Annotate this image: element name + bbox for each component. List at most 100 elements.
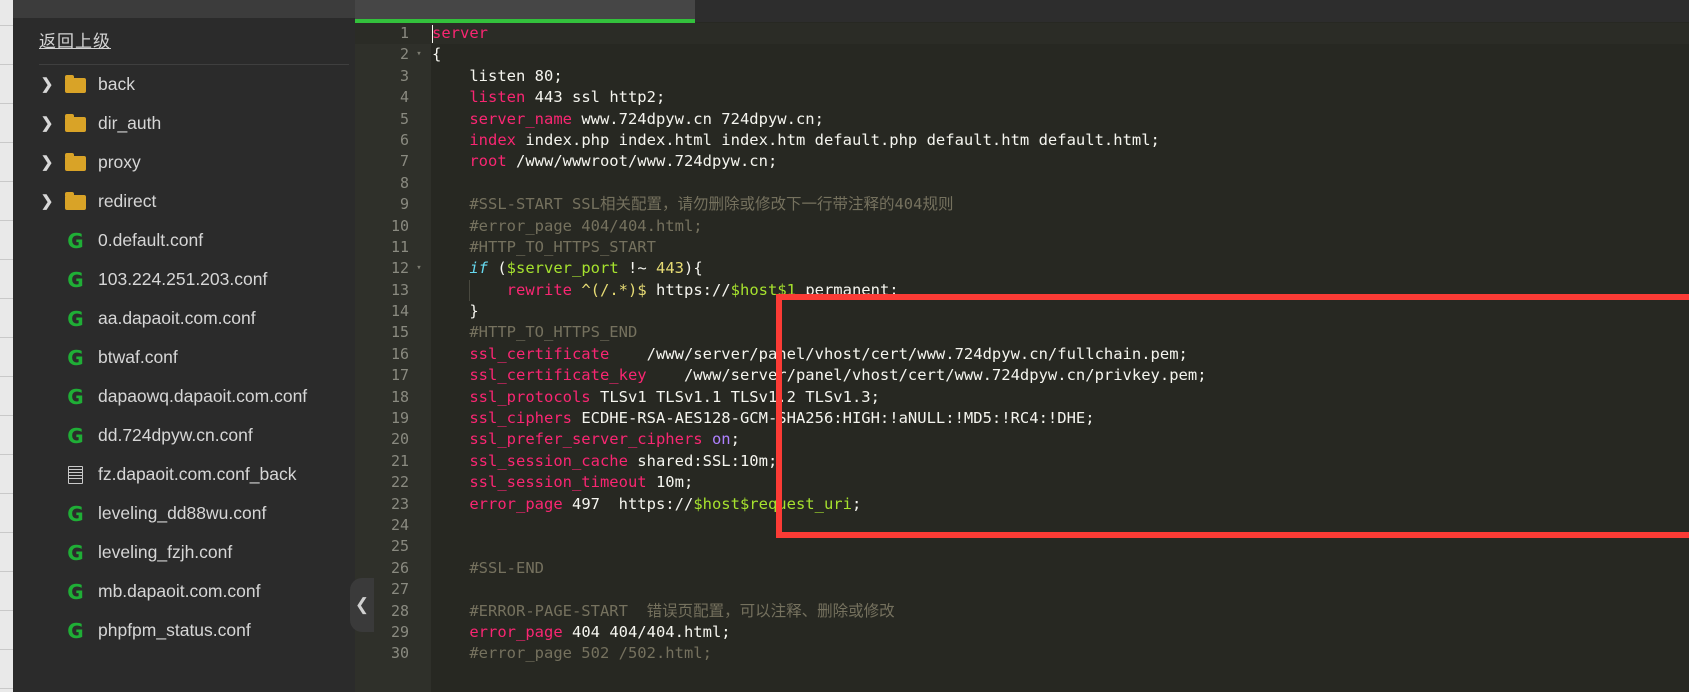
code-line-text: #HTTP_TO_HTTPS_START (432, 237, 656, 258)
code-line[interactable]: 11 #HTTP_TO_HTTPS_START (355, 237, 1689, 258)
code-line[interactable]: 10 #error_page 404/404.html; (355, 216, 1689, 237)
code-line[interactable]: 26 #SSL-END (355, 558, 1689, 579)
code-line[interactable]: 16 ssl_certificate /www/server/panel/vho… (355, 344, 1689, 365)
code-line-text: ssl_certificate /www/server/panel/vhost/… (432, 344, 1188, 365)
file-tree-item[interactable]: Gdapaowq.dapaoit.com.conf (13, 377, 355, 416)
line-number: 20 (390, 430, 409, 449)
file-tree-item[interactable]: G 0.default.conf (13, 221, 355, 260)
code-line[interactable]: 4 listen 443 ssl http2; (355, 87, 1689, 108)
code-line[interactable]: 3 listen 80; (355, 66, 1689, 87)
code-line-text: index index.php index.html index.htm def… (432, 130, 1160, 151)
panel-collapse-handle[interactable]: ❮ (350, 578, 374, 632)
file-tree-item[interactable]: Gdd.724dpyw.cn.conf (13, 416, 355, 455)
file-tree-item[interactable]: ❯ dir_auth (13, 104, 355, 143)
code-line[interactable]: 20 ssl_prefer_server_ciphers on; (355, 429, 1689, 450)
file-tree-item-label: proxy (98, 152, 141, 172)
chevron-right-icon[interactable]: ❯ (39, 155, 55, 170)
chevron-right-icon[interactable]: ❯ (39, 194, 55, 209)
code-line[interactable]: 22 ssl_session_timeout 10m; (355, 472, 1689, 493)
file-tree-item[interactable]: ❯ proxy (13, 143, 355, 182)
code-area[interactable]: 1 server 2 ▾{3 listen 80; 4 listen 443 ssl h… (355, 23, 1689, 692)
code-line[interactable]: 1 server (355, 23, 1689, 45)
file-tree-item[interactable]: Gphpfpm_status.conf (13, 611, 355, 650)
nginx-conf-icon-glyph: G (67, 384, 84, 409)
file-tree-item[interactable]: G 103.224.251.203.conf (13, 260, 355, 299)
text-file-icon (65, 465, 87, 485)
code-line-text: server_name www.724dpyw.cn 724dpyw.cn; (432, 109, 824, 130)
code-line[interactable]: 12 ▾ if ($server_port !~ 443){ (355, 258, 1689, 279)
file-tree-item[interactable]: fz.dapaoit.com.conf_back (13, 455, 355, 494)
code-line[interactable]: 19 ssl_ciphers ECDHE-RSA-AES128-GCM-SHA2… (355, 408, 1689, 429)
line-number: 12 (390, 259, 409, 278)
code-token: if (469, 259, 488, 278)
chevron-right-icon[interactable]: ❯ (39, 77, 55, 92)
code-line[interactable]: 28 #ERROR-PAGE-START 错误页配置，可以注释、删除或修改 (355, 601, 1689, 622)
code-line[interactable]: 29 error_page 404 404/404.html; (355, 622, 1689, 643)
line-number: 18 (390, 387, 409, 406)
nginx-conf-icon: G (65, 621, 87, 641)
code-token: ; (730, 430, 740, 449)
back-to-parent-link[interactable]: 返回上级 (13, 18, 355, 64)
background-row-divider (0, 142, 13, 143)
file-tree-item-label: mb.dapaoit.com.conf (98, 581, 261, 601)
code-line[interactable]: 5 server_name www.724dpyw.cn 724dpyw.cn; (355, 109, 1689, 130)
code-line-text: listen 80; (432, 66, 562, 87)
code-fold-arrow-icon[interactable]: ▾ (413, 44, 425, 65)
code-line[interactable]: 25 (355, 536, 1689, 557)
code-line[interactable]: 30 #error_page 502 /502.html; (355, 643, 1689, 664)
line-number: 22 (390, 473, 409, 492)
file-tree-item[interactable]: Gleveling_dd88wu.conf (13, 494, 355, 533)
code-line[interactable]: 6 index index.php index.html index.htm d… (355, 130, 1689, 151)
nginx-conf-icon-glyph: G (67, 540, 84, 565)
background-row-divider (0, 415, 13, 416)
code-token: ssl_session_timeout (469, 473, 647, 492)
code-line[interactable]: 13 rewrite ^(/.*)$ https://$host$1 perma… (355, 279, 1689, 302)
file-tree-item[interactable]: ❯ redirect (13, 182, 355, 221)
code-line-text: #HTTP_TO_HTTPS_END (432, 322, 637, 343)
editor-tab-active[interactable] (355, 0, 695, 19)
code-token: server_name (469, 109, 572, 128)
code-line[interactable]: 18 ssl_protocols TLSv1 TLSv1.1 TLSv1.2 T… (355, 387, 1689, 408)
code-token: rewrite (506, 280, 572, 299)
code-line[interactable]: 14 } (355, 301, 1689, 322)
code-fold-arrow-icon[interactable]: ▾ (413, 258, 425, 279)
code-line-text: server (432, 23, 488, 44)
code-token: ssl_protocols (469, 387, 591, 406)
code-line[interactable]: 24 (355, 515, 1689, 536)
background-row-divider (0, 532, 13, 533)
chevron-right-icon[interactable]: ❯ (39, 116, 55, 131)
folder-icon-glyph (65, 152, 86, 171)
code-line[interactable]: 15 #HTTP_TO_HTTPS_END (355, 322, 1689, 343)
code-line[interactable]: 9 #SSL-START SSL相关配置，请勿删除或修改下一行带注释的404规则 (355, 194, 1689, 215)
code-line[interactable]: 8 (355, 173, 1689, 194)
background-row-divider (0, 376, 13, 377)
file-tree-item[interactable]: Gbtwaf.conf (13, 338, 355, 377)
file-tree-item[interactable]: Gmb.dapaoit.com.conf (13, 572, 355, 611)
file-tree-item[interactable]: ❯ back (13, 65, 355, 104)
file-tree-panel: 返回上级 ❯ back ❯ dir_auth ❯ proxy ❯ redirect G 0.def… (13, 18, 355, 692)
code-token: TLSv1 TLSv1.1 TLSv1.2 TLSv1.3; (590, 387, 880, 406)
nginx-conf-icon-glyph: G (67, 345, 84, 370)
line-number: 14 (390, 302, 409, 321)
code-token: } (432, 302, 479, 321)
code-line[interactable]: 27 (355, 579, 1689, 600)
code-token: ; (851, 494, 862, 513)
code-line[interactable]: 23 error_page 497 https://$host$request_… (355, 494, 1689, 515)
code-line[interactable]: 17 ssl_certificate_key /www/server/panel… (355, 365, 1689, 386)
code-token: error_page (469, 622, 563, 641)
code-line[interactable]: 2 ▾ { (355, 44, 1689, 65)
file-tree-item[interactable]: Gaa.dapaoit.com.conf (13, 299, 355, 338)
background-row-divider (0, 688, 13, 689)
file-tree-item[interactable]: Gleveling_fzjh.conf (13, 533, 355, 572)
code-token: /www/wwwroot/www.724dpyw.cn; (506, 152, 778, 171)
line-number: 7 (399, 152, 409, 171)
code-token: server (432, 24, 488, 42)
code-line[interactable]: 7 root /www/wwwroot/www.724dpyw.cn; (355, 151, 1689, 172)
background-row-divider (0, 337, 13, 338)
file-tree-item-label: aa.dapaoit.com.conf (98, 308, 256, 328)
code-line[interactable]: 21 ssl_session_cache shared:SSL:10m; (355, 451, 1689, 472)
